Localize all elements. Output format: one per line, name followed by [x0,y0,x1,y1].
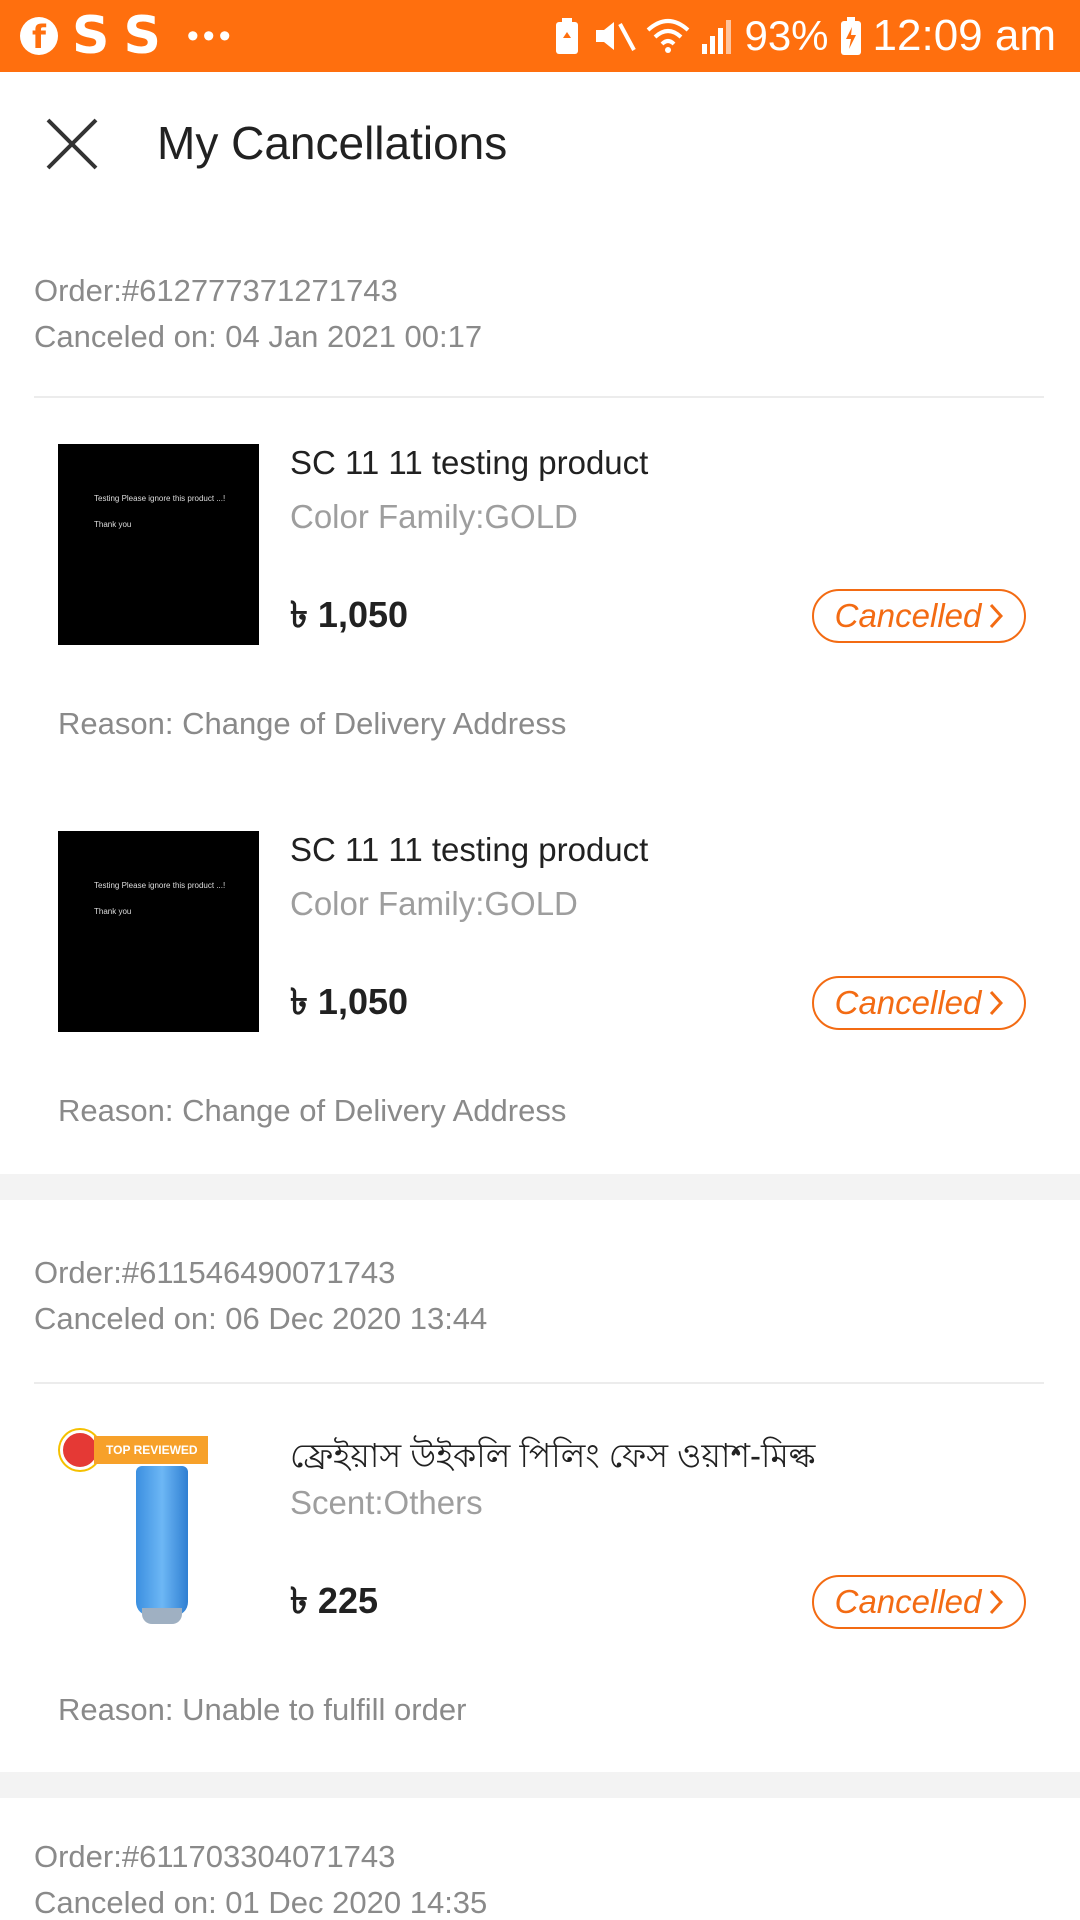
order-header: Order:#611703304071743 Canceled on: 01 D… [34,1834,1044,1920]
order-card: Order:#611546490071743 Canceled on: 06 D… [0,1200,1080,1772]
status-bar-left: f S S ••• [20,0,235,72]
order-card: Order:#612777371271743 Canceled on: 04 J… [0,212,1080,1174]
app-header: My Cancellations [0,72,1080,212]
chevron-right-icon [990,990,1004,1016]
product-variant: Scent:Others [290,1484,483,1521]
cancel-reason: Reason: Unable to fulfill order [58,1692,467,1727]
product-image: Testing Please ignore this product ...! … [58,831,259,1032]
product-price: ৳ 1,050 [290,981,409,1022]
close-icon [46,118,98,170]
cancelled-status-button[interactable]: Cancelled [812,976,1026,1030]
order-canceled-date: Canceled on: 01 Dec 2020 14:35 [34,1885,488,1920]
divider [34,396,1044,398]
section-gap [0,1174,1080,1200]
facebook-icon: f [20,17,58,56]
chevron-right-icon [990,603,1004,629]
s-app-icon: S [72,6,110,66]
battery-saver-icon [552,16,582,56]
product-price: ৳ 225 [290,1580,378,1621]
clock: 12:09 am [872,11,1056,60]
product-name: SC 11 11 testing product [290,831,649,868]
status-label: Cancelled [834,1583,982,1620]
product-image: Testing Please ignore this product ...! … [58,444,259,645]
status-bar-right: 93% 12:09 am [552,0,1056,72]
order-canceled-date: Canceled on: 04 Jan 2021 00:17 [34,319,483,354]
order-header: Order:#611546490071743 Canceled on: 06 D… [34,1250,1044,1342]
s-app-icon: S [123,6,161,66]
cancelled-status-button[interactable]: Cancelled [812,1575,1026,1629]
face-wash-tube [136,1466,188,1616]
order-card: Order:#611703304071743 Canceled on: 01 D… [0,1798,1080,1920]
cancel-reason: Reason: Change of Delivery Address [58,706,567,741]
wifi-icon [646,16,690,56]
more-dots-icon: ••• [186,16,235,55]
product-variant: Color Family:GOLD [290,885,578,922]
cancel-reason: Reason: Change of Delivery Address [58,1093,567,1128]
order-canceled-date: Canceled on: 06 Dec 2020 13:44 [34,1301,488,1336]
close-button[interactable] [40,112,104,176]
mute-icon [592,16,637,56]
order-item[interactable]: TOP REVIEWED ফ্রেইয়াস উইকলি পিলিং ফেস ও… [0,1430,1080,1750]
product-variant: Color Family:GOLD [290,498,578,535]
order-header: Order:#612777371271743 Canceled on: 04 J… [34,268,1044,360]
battery-percent: 93% [744,12,829,59]
product-price: ৳ 1,050 [290,594,409,635]
order-number: Order:#612777371271743 [34,273,398,308]
top-reviewed-badge: TOP REVIEWED [94,1436,208,1464]
cancelled-status-button[interactable]: Cancelled [812,589,1026,643]
section-gap [0,1772,1080,1798]
signal-icon [700,16,734,56]
status-bar: f S S ••• 93% 12:09 am [0,0,1080,72]
order-item[interactable]: Testing Please ignore this product ...! … [0,831,1080,1151]
order-item[interactable]: Testing Please ignore this product ...! … [0,444,1080,764]
order-number: Order:#611703304071743 [34,1839,396,1874]
page-title: My Cancellations [157,117,508,169]
order-number: Order:#611546490071743 [34,1255,396,1290]
divider [34,1382,1044,1384]
battery-charging-icon [839,15,863,57]
chevron-right-icon [990,1589,1004,1615]
status-label: Cancelled [834,984,982,1021]
product-image: TOP REVIEWED [58,1430,259,1631]
product-name: SC 11 11 testing product [290,444,649,481]
product-name: ফ্রেইয়াস উইকলি পিলিং ফেস ওয়াশ-মিল্ক [290,1437,816,1474]
status-label: Cancelled [834,597,982,634]
